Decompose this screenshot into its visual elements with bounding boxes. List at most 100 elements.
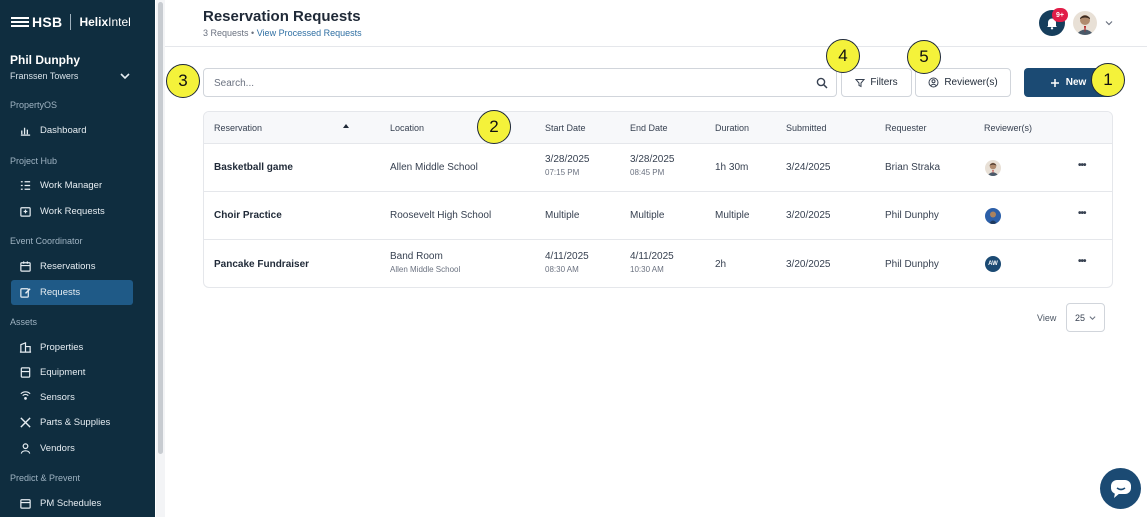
search-icon[interactable] (816, 77, 828, 89)
sidebar-item-work-requests[interactable]: Work Requests (11, 199, 133, 224)
sort-ascending-icon[interactable] (343, 124, 349, 128)
location: Roosevelt High School (390, 210, 492, 221)
start-date: 3/28/2025 07:15 PM (545, 154, 590, 177)
filter-icon (855, 78, 866, 87)
callout-marker-3: 3 (166, 64, 200, 98)
list-icon (20, 181, 31, 190)
view-processed-link[interactable]: View Processed Requests (257, 28, 362, 38)
column-header-location[interactable]: Location (390, 123, 424, 133)
brand-logo[interactable]: HSB HelixIntel (11, 12, 131, 32)
location: Allen Middle School (390, 162, 478, 173)
reservation-name[interactable]: Basketball game (214, 162, 293, 173)
sidebar-item-sensors[interactable]: Sensors (11, 385, 133, 410)
search-input[interactable] (214, 76, 804, 90)
dashboard-icon (20, 127, 31, 136)
sidebar-item-dashboard[interactable]: Dashboard (11, 118, 133, 143)
filters-button[interactable]: Filters (841, 68, 912, 97)
reviewer-avatar[interactable] (985, 160, 1001, 176)
helixintel-logo: HelixIntel (79, 15, 131, 29)
user-name[interactable]: Phil Dunphy (10, 53, 80, 67)
sidebar: HSB HelixIntel Phil Dunphy Franssen Towe… (0, 0, 155, 517)
reservation-name[interactable]: Pancake Fundraiser (214, 259, 309, 270)
column-header-requester[interactable]: Requester (885, 123, 927, 133)
callout-marker-2: 2 (477, 110, 511, 144)
tools-icon (20, 417, 31, 428)
page-size-select[interactable]: 25 (1066, 303, 1105, 332)
plus-icon (1050, 78, 1059, 87)
column-header-reviewers[interactable]: Reviewer(s) (984, 123, 1032, 133)
vendor-icon (20, 443, 31, 454)
sidebar-item-work-manager[interactable]: Work Manager (11, 173, 133, 198)
request-count: 3 Requests (203, 28, 249, 38)
sidebar-item-vendors[interactable]: Vendors (11, 436, 133, 461)
sidebar-item-properties[interactable]: Properties (11, 335, 133, 360)
submitted-date: 3/20/2025 (786, 210, 831, 221)
sidebar-item-reservations[interactable]: Reservations (11, 254, 133, 279)
row-actions-button[interactable]: ••• (1078, 256, 1086, 267)
callout-marker-4: 4 (826, 39, 860, 73)
table-row[interactable]: Pancake Fundraiser Band Room Allen Middle… (204, 240, 1112, 287)
reservation-name[interactable]: Choir Practice (214, 210, 282, 221)
sidebar-item-requests[interactable]: Requests (11, 280, 133, 305)
building-icon (19, 341, 32, 353)
section-label-project-hub: Project Hub (10, 156, 58, 166)
sidebar-item-parts-supplies[interactable]: Parts & Supplies (11, 410, 133, 435)
chevron-down-icon (1089, 316, 1096, 320)
requester: Brian Straka (885, 162, 941, 173)
requests-table: Reservation Location Start Date End Date… (203, 111, 1113, 288)
submitted-date: 3/20/2025 (786, 259, 831, 270)
avatar[interactable] (1073, 11, 1097, 35)
end-date: 3/28/2025 08:45 PM (630, 154, 675, 177)
start-date: Multiple (545, 210, 580, 221)
row-actions-button[interactable]: ••• (1078, 160, 1086, 171)
table-row[interactable]: Basketball game Allen Middle School 3/28… (204, 144, 1112, 192)
requester: Phil Dunphy (885, 210, 939, 221)
section-label-event-coordinator: Event Coordinator (10, 236, 83, 246)
equipment-icon (20, 367, 31, 378)
edit-icon (20, 288, 31, 298)
section-label-propertyos: PropertyOS (10, 100, 58, 110)
sidebar-scrollbar[interactable] (156, 0, 165, 517)
hsb-logo: HSB (11, 14, 62, 30)
inbox-icon (20, 207, 31, 217)
page-title: Reservation Requests (203, 8, 361, 25)
column-header-reservation[interactable]: Reservation (214, 123, 262, 133)
start-date: 4/11/2025 08:30 AM (545, 251, 589, 274)
column-header-duration[interactable]: Duration (715, 123, 749, 133)
reviewer-avatar[interactable]: AW (985, 256, 1001, 272)
section-label-assets: Assets (10, 317, 38, 327)
submitted-date: 3/24/2025 (786, 162, 831, 173)
column-header-start-date[interactable]: Start Date (545, 123, 586, 133)
schedule-icon (20, 499, 31, 509)
table-header: Reservation Location Start Date End Date… (204, 112, 1112, 144)
sidebar-item-equipment[interactable]: Equipment (11, 360, 133, 385)
search-field[interactable] (203, 68, 837, 97)
chevron-down-icon[interactable] (1104, 18, 1114, 28)
column-header-end-date[interactable]: End Date (630, 123, 668, 133)
duration: 2h (715, 259, 727, 270)
duration: Multiple (715, 210, 750, 221)
user-site[interactable]: Franssen Towers (10, 71, 78, 81)
calendar-icon (20, 261, 31, 272)
column-header-submitted[interactable]: Submitted (786, 123, 827, 133)
chat-icon (1110, 479, 1131, 498)
user-circle-icon (928, 77, 939, 88)
callout-marker-1: 1 (1091, 63, 1125, 97)
table-row[interactable]: Choir Practice Roosevelt High School Mul… (204, 192, 1112, 240)
callout-marker-5: 5 (907, 40, 941, 74)
end-date: Multiple (630, 210, 665, 221)
requester: Phil Dunphy (885, 259, 939, 270)
section-label-predict-prevent: Predict & Prevent (10, 473, 81, 483)
row-actions-button[interactable]: ••• (1078, 208, 1086, 219)
notification-badge: 9+ (1052, 8, 1068, 22)
sensor-icon (20, 391, 31, 400)
location: Band Room Allen Middle School (390, 251, 461, 274)
reviewer-avatar[interactable] (985, 208, 1001, 224)
end-date: 4/11/2025 10:30 AM (630, 251, 674, 274)
page-subtitle: 3 Requests • View Processed Requests (203, 28, 362, 38)
sidebar-item-pm-schedules[interactable]: PM Schedules (11, 491, 133, 516)
page-size-label: View (1037, 313, 1057, 323)
chat-button[interactable] (1100, 468, 1141, 509)
chevron-down-icon[interactable] (119, 70, 131, 82)
duration: 1h 30m (715, 162, 749, 173)
